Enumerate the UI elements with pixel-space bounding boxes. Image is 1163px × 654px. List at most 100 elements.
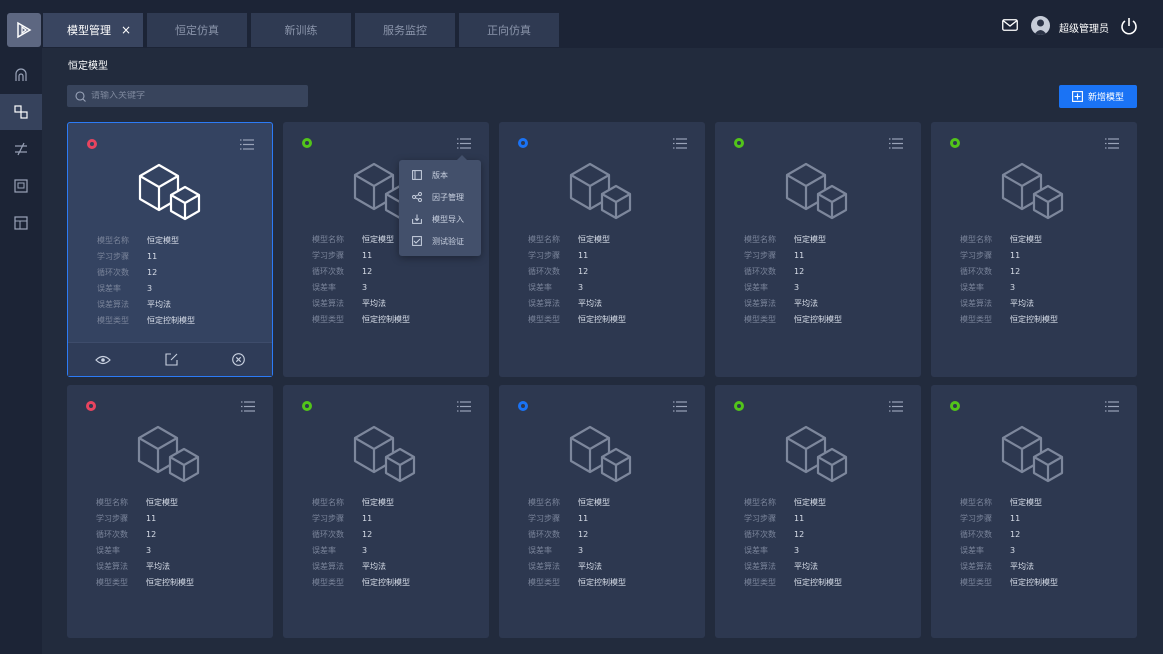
field-value: 3 [1010, 546, 1016, 555]
username[interactable]: 超级管理员 [1059, 20, 1109, 35]
field-value: 12 [147, 268, 158, 277]
search-box[interactable] [67, 85, 308, 107]
field-value: 恒定控制模型 [146, 578, 194, 587]
model-card-6[interactable]: 模型名称 恒定模型 学习步骤 11 循环次数 12 误差率 3 误差算法 平均法 模型类型 恒定控制模… [67, 385, 273, 638]
field-value: 3 [578, 546, 584, 555]
eye-icon[interactable] [95, 355, 111, 365]
model-card-5[interactable]: 模型名称 恒定模型 学习步骤 11 循环次数 12 误差率 3 误差算法 平均法 模型类型 恒定控制模… [931, 122, 1137, 377]
avatar[interactable] [1031, 16, 1050, 35]
field-value: 11 [362, 251, 373, 260]
menu-icon[interactable] [673, 401, 687, 412]
field-row: 模型类型 恒定控制模型 [960, 575, 1058, 591]
edit-icon[interactable] [165, 353, 178, 366]
field-label: 模型名称 [960, 235, 992, 244]
field-row: 误差算法 平均法 [960, 559, 1058, 575]
power-icon[interactable] [1119, 16, 1139, 36]
field-value: 12 [794, 530, 805, 539]
model-card-4[interactable]: 模型名称 恒定模型 学习步骤 11 循环次数 12 误差率 3 误差算法 平均法 模型类型 恒定控制模… [715, 122, 921, 377]
model-card-10[interactable]: 模型名称 恒定模型 学习步骤 11 循环次数 12 误差率 3 误差算法 平均法 模型类型 恒定控制模… [931, 385, 1137, 638]
card-menu-dropdown: 版本 因子管理 模型导入 测试验证 [399, 155, 481, 256]
menu-icon[interactable] [241, 401, 255, 412]
menu-icon[interactable] [1105, 401, 1119, 412]
field-row: 误差算法 平均法 [96, 559, 194, 575]
field-row: 模型名称 恒定模型 [312, 495, 410, 511]
field-label: 学习步骤 [960, 514, 992, 523]
model-card-9[interactable]: 模型名称 恒定模型 学习步骤 11 循环次数 12 误差率 3 误差算法 平均法 模型类型 恒定控制模… [715, 385, 921, 638]
field-label: 循环次数 [97, 268, 129, 277]
field-label: 误差率 [312, 283, 336, 292]
field-label: 误差算法 [960, 299, 992, 308]
field-label: 模型类型 [96, 578, 128, 587]
tab-constant-simulation[interactable]: 恒定仿真 [147, 13, 247, 47]
model-fields: 模型名称 恒定模型 学习步骤 11 循环次数 12 误差率 3 误差算法 平均法 模型类型 恒定控制模… [97, 233, 195, 329]
model-card-8[interactable]: 模型名称 恒定模型 学习步骤 11 循环次数 12 误差率 3 误差算法 平均法 模型类型 恒定控制模… [499, 385, 705, 638]
status-indicator [302, 401, 312, 411]
field-value: 恒定控制模型 [578, 315, 626, 324]
field-label: 误差率 [96, 546, 120, 555]
field-row: 循环次数 12 [312, 527, 410, 543]
tab-new-training[interactable]: 新训练 [251, 13, 351, 47]
sidebar-item-image[interactable] [0, 168, 42, 204]
logo[interactable] [7, 13, 41, 47]
field-label: 模型名称 [312, 235, 344, 244]
menu-icon[interactable] [673, 138, 687, 149]
field-label: 误差算法 [744, 299, 776, 308]
menu-icon[interactable] [889, 138, 903, 149]
sidebar-item-book[interactable] [0, 205, 42, 241]
field-label: 模型类型 [960, 315, 992, 324]
sidebar-item-models[interactable] [0, 94, 42, 130]
delete-circle-icon[interactable] [232, 353, 245, 366]
add-model-button[interactable]: 新增模型 [1059, 85, 1137, 108]
field-label: 学习步骤 [528, 251, 560, 260]
sidebar-item-compare[interactable] [0, 131, 42, 167]
field-label: 模型名称 [312, 498, 344, 507]
menu-icon[interactable] [1105, 138, 1119, 149]
field-value: 3 [794, 283, 800, 292]
field-label: 循环次数 [744, 530, 776, 539]
model-card-7[interactable]: 模型名称 恒定模型 学习步骤 11 循环次数 12 误差率 3 误差算法 平均法 模型类型 恒定控制模… [283, 385, 489, 638]
field-value: 恒定模型 [146, 498, 178, 507]
menu-item-version[interactable]: 版本 [399, 164, 481, 186]
field-row: 误差算法 平均法 [744, 296, 842, 312]
field-label: 误差算法 [744, 562, 776, 571]
field-value: 3 [362, 283, 368, 292]
tab-model-management[interactable]: 模型管理 × [43, 13, 143, 47]
model-card-1[interactable]: 模型名称 恒定模型 学习步骤 11 循环次数 12 误差率 3 误差算法 平均法 模型类型 恒定控制模… [67, 122, 273, 377]
field-label: 误差算法 [312, 562, 344, 571]
tab-forward-simulation[interactable]: 正向仿真 [459, 13, 559, 47]
menu-item-import[interactable]: 模型导入 [399, 208, 481, 230]
field-value: 平均法 [578, 562, 602, 571]
field-row: 模型类型 恒定控制模型 [528, 575, 626, 591]
field-row: 误差率 3 [960, 280, 1058, 296]
menu-icon[interactable] [457, 138, 471, 149]
field-value: 11 [578, 251, 589, 260]
add-model-label: 新增模型 [1087, 93, 1124, 103]
sidebar-item-home[interactable] [0, 57, 42, 93]
cube-icon [569, 162, 632, 220]
menu-item-test[interactable]: 测试验证 [399, 230, 481, 252]
menu-item-factor[interactable]: 因子管理 [399, 186, 481, 208]
field-row: 学习步骤 11 [960, 511, 1058, 527]
field-value: 11 [578, 514, 589, 523]
menu-icon[interactable] [457, 401, 471, 412]
tab-service-monitor[interactable]: 服务监控 [355, 13, 455, 47]
search-input[interactable] [91, 91, 291, 101]
close-icon[interactable]: × [121, 23, 131, 37]
field-row: 误差算法 平均法 [744, 559, 842, 575]
model-fields: 模型名称 恒定模型 学习步骤 11 循环次数 12 误差率 3 误差算法 平均法 模型类型 恒定控制模… [312, 495, 410, 591]
menu-icon[interactable] [889, 401, 903, 412]
status-indicator [518, 401, 528, 411]
field-value: 平均法 [794, 562, 818, 571]
share-icon [412, 192, 422, 202]
model-fields: 模型名称 恒定模型 学习步骤 11 循环次数 12 误差率 3 误差算法 平均法 模型类型 恒定控制模… [960, 495, 1058, 591]
status-indicator [86, 401, 96, 411]
field-row: 学习步骤 11 [744, 248, 842, 264]
card-actions [68, 342, 272, 376]
field-value: 恒定控制模型 [362, 315, 410, 324]
field-row: 学习步骤 11 [528, 248, 626, 264]
menu-icon[interactable] [240, 139, 254, 150]
mail-icon[interactable] [1002, 19, 1018, 31]
model-card-3[interactable]: 模型名称 恒定模型 学习步骤 11 循环次数 12 误差率 3 误差算法 平均法 模型类型 恒定控制模… [499, 122, 705, 377]
field-value: 平均法 [362, 562, 386, 571]
field-label: 学习步骤 [744, 251, 776, 260]
